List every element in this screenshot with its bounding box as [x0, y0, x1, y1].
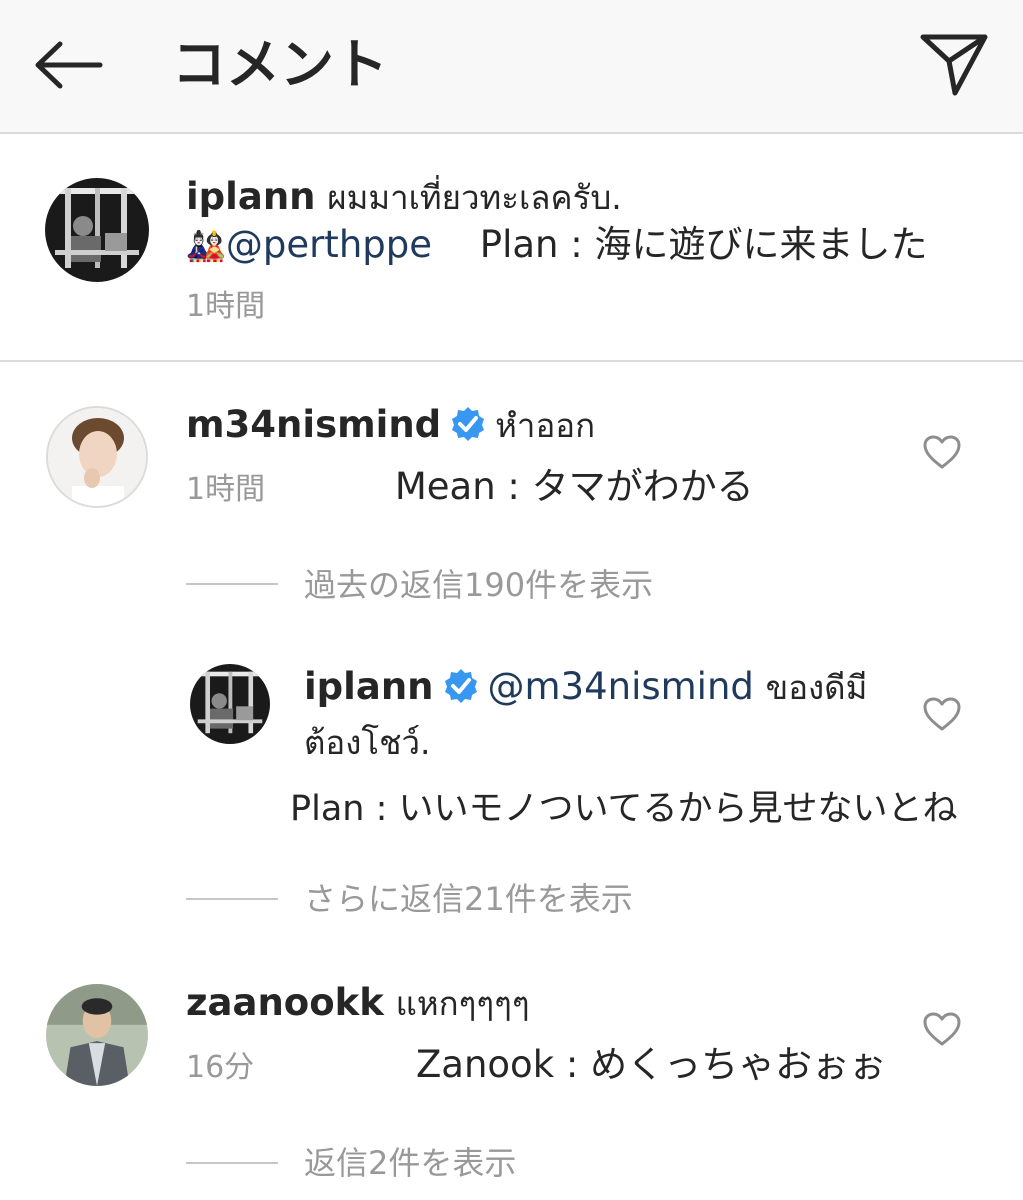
- heart-icon: [923, 1012, 961, 1046]
- comment-3-line-2: 16分 Zanook : めくっちゃおぉぉ: [186, 1040, 886, 1093]
- comment-3-line-1: zaanookk แหกๆๆๆๆ: [186, 978, 530, 1029]
- avatar-image: [48, 408, 146, 506]
- verified-badge-icon: [452, 406, 485, 441]
- header-bar: コメント: [0, 0, 1023, 134]
- comment-3-username[interactable]: zaanookk: [186, 981, 384, 1024]
- avatar-image: [45, 178, 149, 282]
- comment-2-mention[interactable]: @m34nismind: [488, 665, 754, 708]
- comment-1-text: หำออก: [495, 406, 596, 445]
- comment-1-username[interactable]: m34nismind: [186, 403, 441, 446]
- verified-badge-icon: [444, 668, 477, 703]
- caption-timestamp: 1時間: [186, 289, 266, 324]
- caption-text: ผมมาเที่ยวทะเลครับ.: [327, 178, 622, 217]
- back-button[interactable]: [28, 30, 108, 100]
- page-title: コメント: [172, 33, 388, 96]
- comment-2-username[interactable]: iplann: [304, 665, 434, 708]
- heart-icon: [923, 435, 961, 469]
- view-replies-dash: [186, 1162, 278, 1164]
- avatar-image: [190, 664, 270, 744]
- caption-mention[interactable]: @perthppe: [226, 223, 432, 266]
- comment-1-line-1: m34nismind หำออก: [186, 400, 595, 451]
- view-replies-button-2[interactable]: さらに返信21件を表示: [304, 876, 633, 922]
- heart-icon: [923, 697, 961, 731]
- comment-2-line-1: iplann @m34nismind ของดีมี: [304, 662, 867, 713]
- comments-screen: コメント iplann ผมมาเที่ยวทะเลครับ. 🎎@perthp…: [0, 0, 1023, 1200]
- comment-2-line-2: ต้องโชว์.: [304, 723, 431, 762]
- view-replies-dash: [186, 583, 278, 585]
- avatar-zaanookk[interactable]: [46, 984, 148, 1086]
- avatar-m34nismind[interactable]: [46, 406, 148, 508]
- comment-3-timestamp: 16分: [186, 1050, 255, 1085]
- comment-1-line-2: 1時間 Mean : タマがわかる: [186, 462, 754, 515]
- comment-1-timestamp: 1時間: [186, 472, 266, 507]
- avatar-image: [46, 984, 148, 1086]
- caption-divider: [0, 360, 1023, 362]
- comment-2-text-1: ของดีมี: [765, 668, 868, 707]
- comment-1-translation: Mean : タマがわかる: [394, 465, 754, 508]
- like-button-comment-1[interactable]: [920, 430, 964, 474]
- view-replies-dash: [186, 898, 278, 900]
- caption-line-1: iplann ผมมาเที่ยวทะเลครับ.: [186, 172, 622, 223]
- caption-username[interactable]: iplann: [186, 175, 316, 218]
- send-button[interactable]: [914, 26, 994, 102]
- comment-3-text: แหกๆๆๆๆ: [395, 984, 530, 1023]
- doll-emoji-icon: 🎎: [186, 227, 226, 265]
- like-button-comment-3[interactable]: [920, 1007, 964, 1051]
- comment-3-translation: Zanook : めくっちゃおぉぉ: [415, 1043, 887, 1086]
- avatar-iplann[interactable]: [45, 178, 149, 282]
- view-replies-button-1[interactable]: 過去の返信190件を表示: [304, 562, 653, 608]
- avatar-iplann-reply[interactable]: [190, 664, 270, 744]
- comment-2-translation: Plan : いいモノついてるから見せないとね: [290, 789, 958, 829]
- view-replies-button-3[interactable]: 返信2件を表示: [304, 1140, 516, 1186]
- back-arrow-icon: [35, 41, 103, 89]
- caption-line-2: 🎎@perthppe Plan : 海に遊びに来ました: [186, 220, 927, 271]
- like-button-comment-2[interactable]: [920, 692, 964, 736]
- send-icon: [920, 34, 988, 96]
- caption-translation: Plan : 海に遊びに来ました: [479, 223, 928, 266]
